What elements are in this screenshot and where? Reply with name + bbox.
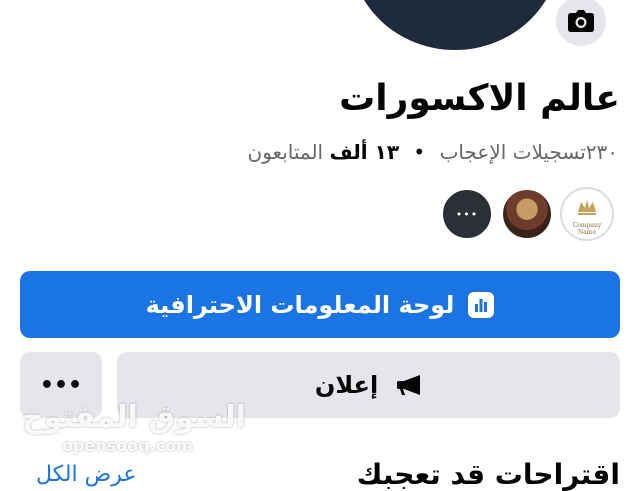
stats-separator: • — [413, 140, 426, 164]
watermark-arabic: السوق المفتوح — [22, 400, 247, 435]
mutual-avatars: Company Name ••• — [434, 187, 614, 241]
suggestions-title: اقتراحات قد تعجبك — [356, 458, 620, 491]
bar-chart-icon — [468, 291, 495, 318]
watermark: السوق المفتوح opensooq.com — [22, 400, 246, 456]
promote-label: إعلان — [314, 371, 379, 399]
page-name: عالم الاكسورات — [339, 78, 620, 119]
more-avatars-button[interactable]: ••• — [440, 187, 494, 241]
professional-dashboard-button[interactable]: لوحة المعلومات الاحترافية — [20, 271, 620, 338]
watermark-latin: opensooq.com — [62, 436, 193, 455]
crown-logo-icon — [578, 200, 596, 215]
page-stats: ٢٣٠تسجيلات الإعجاب • ١٣ ألف المتابعون — [248, 140, 618, 164]
dashboard-label: لوحة المعلومات الاحترافية — [145, 290, 455, 319]
see-all-link[interactable]: عرض الكل — [36, 462, 136, 487]
avatar[interactable] — [500, 187, 554, 241]
camera-icon — [568, 10, 594, 32]
avatar[interactable]: Company Name — [560, 187, 614, 241]
more-icon: ••• — [39, 372, 83, 398]
megaphone-icon — [394, 374, 422, 396]
likes-count[interactable]: ٢٣٠تسجيلات الإعجاب — [440, 140, 618, 164]
profile-picture[interactable] — [350, 0, 560, 50]
more-icon: ••• — [455, 207, 479, 221]
logo-caption: Company Name — [572, 222, 602, 236]
camera-button[interactable] — [552, 0, 610, 50]
followers-count[interactable]: ١٣ ألف المتابعون — [248, 140, 400, 164]
